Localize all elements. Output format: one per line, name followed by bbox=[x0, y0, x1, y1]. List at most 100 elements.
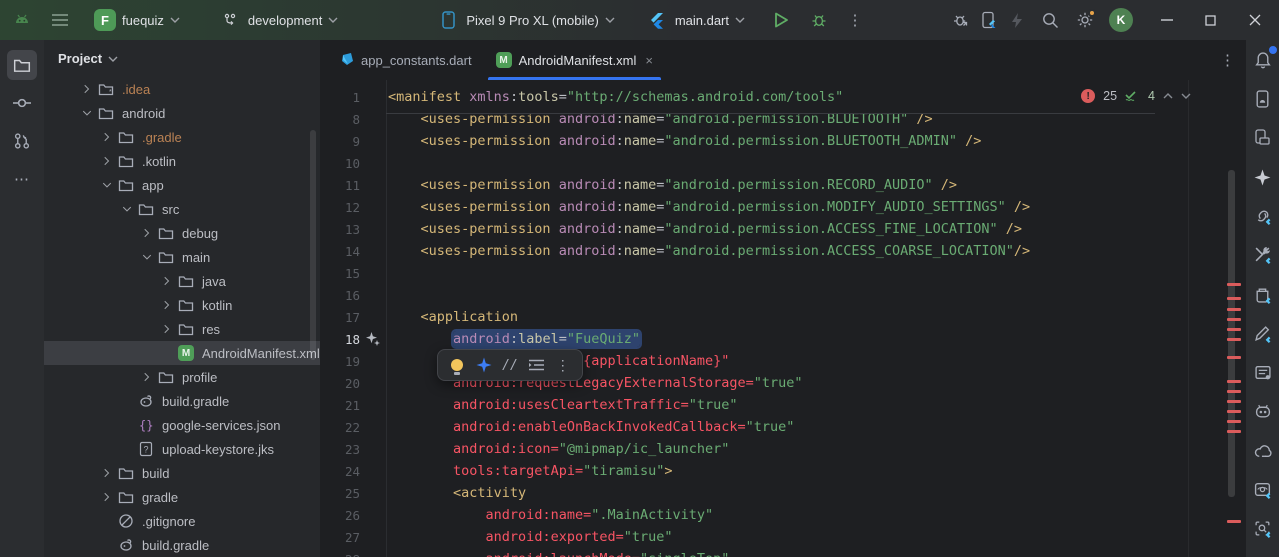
error-stripe-mark[interactable] bbox=[1227, 400, 1241, 403]
tree-item--gitignore[interactable]: .gitignore bbox=[44, 509, 320, 533]
tree-item-gradle[interactable]: gradle bbox=[44, 485, 320, 509]
debug-button[interactable] bbox=[807, 8, 831, 32]
inspections-widget[interactable]: ! 25 4 bbox=[1081, 86, 1191, 106]
more-options-icon[interactable]: ⋮ bbox=[552, 354, 574, 376]
run-button[interactable] bbox=[769, 8, 793, 32]
stripe-device-manager[interactable] bbox=[1250, 126, 1276, 149]
error-stripe-mark[interactable] bbox=[1227, 430, 1241, 433]
attach-debugger-icon[interactable] bbox=[949, 8, 973, 32]
line-number[interactable]: 11 bbox=[320, 177, 388, 193]
stripe-flutter-inspector[interactable] bbox=[1250, 479, 1276, 502]
error-stripe-mark[interactable] bbox=[1227, 338, 1241, 341]
code-editor[interactable]: 1<manifest xmlns:tools="http://schemas.a… bbox=[320, 80, 1245, 557]
stripe-app-quality-insights[interactable] bbox=[1250, 400, 1276, 423]
close-tab-icon[interactable]: × bbox=[645, 53, 653, 68]
chevron-right-icon[interactable] bbox=[78, 83, 96, 95]
error-stripe-mark[interactable] bbox=[1227, 318, 1241, 321]
code-line-27[interactable]: 27 android:exported="true" bbox=[320, 526, 1245, 548]
tree-item-kotlin[interactable]: kotlin bbox=[44, 293, 320, 317]
code-line-11[interactable]: 11 <uses-permission android:name="androi… bbox=[320, 174, 1245, 196]
code-line-21[interactable]: 21 android:usesCleartextTraffic="true" bbox=[320, 394, 1245, 416]
tree-item-java[interactable]: java bbox=[44, 269, 320, 293]
stripe-commit[interactable] bbox=[7, 88, 37, 118]
error-stripe-mark[interactable] bbox=[1227, 390, 1241, 393]
stripe-more[interactable]: ⋯ bbox=[7, 164, 37, 194]
chevron-right-icon[interactable] bbox=[158, 299, 176, 311]
tree-item-build[interactable]: build bbox=[44, 461, 320, 485]
line-number[interactable]: 25 bbox=[320, 485, 388, 501]
line-number[interactable]: 23 bbox=[320, 441, 388, 457]
error-stripe-mark[interactable] bbox=[1227, 328, 1241, 331]
tree-item--idea[interactable]: *.idea bbox=[44, 77, 320, 101]
stripe-flutter-attach[interactable] bbox=[1250, 205, 1276, 228]
error-stripe-mark[interactable] bbox=[1227, 297, 1241, 300]
error-stripe-mark[interactable] bbox=[1227, 283, 1241, 286]
code-line-22[interactable]: 22 android:enableOnBackInvokedCallback="… bbox=[320, 416, 1245, 438]
stripe-build[interactable] bbox=[1250, 283, 1276, 306]
search-everywhere-icon[interactable] bbox=[1039, 8, 1063, 32]
error-stripe-mark[interactable] bbox=[1227, 420, 1241, 423]
line-number[interactable]: 18 bbox=[320, 331, 388, 347]
tree-item-androidmanifest-xml[interactable]: MAndroidManifest.xml bbox=[44, 341, 320, 365]
prev-error-icon[interactable] bbox=[1163, 93, 1173, 99]
tree-item-res[interactable]: res bbox=[44, 317, 320, 341]
tree-item-debug[interactable]: debug bbox=[44, 221, 320, 245]
folded-region-line[interactable] bbox=[386, 113, 1155, 114]
stripe-project-folder[interactable] bbox=[7, 50, 37, 80]
editor-scrollbar[interactable] bbox=[1228, 170, 1235, 497]
line-number[interactable]: 22 bbox=[320, 419, 388, 435]
vcs-branch-widget[interactable]: development bbox=[210, 5, 346, 35]
stripe-notifications[interactable] bbox=[1250, 48, 1276, 71]
tree-item-build-gradle[interactable]: build.gradle bbox=[44, 533, 320, 557]
chevron-down-icon[interactable] bbox=[78, 107, 96, 119]
maximize-button[interactable] bbox=[1191, 5, 1231, 35]
tab-app-constants[interactable]: app_constants.dart bbox=[328, 40, 484, 80]
code-line-14[interactable]: 14 <uses-permission android:name="androi… bbox=[320, 240, 1245, 262]
chevron-down-icon[interactable] bbox=[138, 251, 156, 263]
chevron-right-icon[interactable] bbox=[98, 131, 116, 143]
more-actions-icon[interactable]: ⋮ bbox=[843, 8, 867, 32]
intention-bulb-icon[interactable] bbox=[446, 354, 468, 376]
chevron-right-icon[interactable] bbox=[98, 491, 116, 503]
line-number[interactable]: 15 bbox=[320, 265, 388, 281]
tree-item--gradle[interactable]: .gradle bbox=[44, 125, 320, 149]
error-stripe-mark[interactable] bbox=[1227, 410, 1241, 413]
minimize-button[interactable] bbox=[1147, 5, 1187, 35]
tab-options-icon[interactable]: ⋮ bbox=[1220, 40, 1235, 80]
tree-item-android[interactable]: android bbox=[44, 101, 320, 125]
chevron-right-icon[interactable] bbox=[158, 323, 176, 335]
tree-item--kotlin[interactable]: .kotlin bbox=[44, 149, 320, 173]
line-number[interactable]: 19 bbox=[320, 353, 388, 369]
code-line-18[interactable]: 18 android:label="FueQuiz" bbox=[320, 328, 1245, 350]
tree-item-upload-keystore-jks[interactable]: ?upload-keystore.jks bbox=[44, 437, 320, 461]
tree-item-build-gradle[interactable]: build.gradle bbox=[44, 389, 320, 413]
chevron-down-icon[interactable] bbox=[98, 179, 116, 191]
device-selector[interactable]: Pixel 9 Pro XL (mobile) bbox=[428, 5, 622, 35]
flutter-attach-icon[interactable] bbox=[977, 8, 1001, 32]
chevron-right-icon[interactable] bbox=[98, 155, 116, 167]
stripe-structure[interactable] bbox=[1250, 361, 1276, 384]
gutter-ai-sparkle-icon[interactable] bbox=[360, 331, 388, 347]
code-line-8[interactable]: 8 <uses-permission android:name="android… bbox=[320, 108, 1245, 130]
code-line-16[interactable]: 16 bbox=[320, 284, 1245, 306]
line-number[interactable]: 14 bbox=[320, 243, 388, 259]
tab-android-manifest[interactable]: M AndroidManifest.xml × bbox=[484, 40, 665, 80]
line-number[interactable]: 21 bbox=[320, 397, 388, 413]
main-menu-hamburger-icon[interactable] bbox=[48, 8, 72, 32]
stripe-pull-requests[interactable] bbox=[7, 126, 37, 156]
line-number[interactable]: 12 bbox=[320, 199, 388, 215]
line-number[interactable]: 27 bbox=[320, 529, 388, 545]
code-line-15[interactable]: 15 bbox=[320, 262, 1245, 284]
line-number[interactable]: 8 bbox=[320, 111, 388, 127]
stripe-firebase-cloud[interactable] bbox=[1250, 440, 1276, 463]
line-number[interactable]: 26 bbox=[320, 507, 388, 523]
tree-item-app[interactable]: app bbox=[44, 173, 320, 197]
chevron-right-icon[interactable] bbox=[158, 275, 176, 287]
line-number[interactable]: 9 bbox=[320, 133, 388, 149]
line-number[interactable]: 17 bbox=[320, 309, 388, 325]
chevron-right-icon[interactable] bbox=[138, 227, 156, 239]
project-widget[interactable]: F fuequiz bbox=[86, 5, 188, 35]
code-line-12[interactable]: 12 <uses-permission android:name="androi… bbox=[320, 196, 1245, 218]
ai-assistant-icon[interactable] bbox=[473, 354, 495, 376]
tree-item-main[interactable]: main bbox=[44, 245, 320, 269]
